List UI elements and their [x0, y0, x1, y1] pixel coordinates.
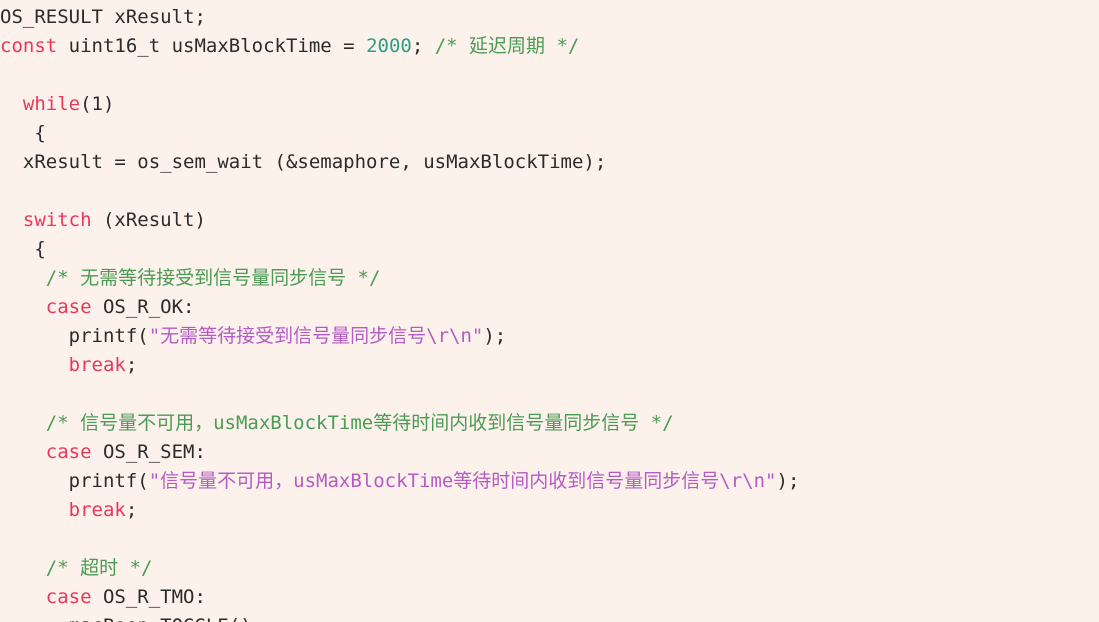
code-block[interactable]: OS_RESULT xResult; const uint16_t usMaxBl… [0, 3, 800, 622]
code-token-keyword: while [22, 93, 81, 115]
code-token-number: 2000 [366, 35, 412, 57]
code-line[interactable]: printf("信号量不可用，usMaxBlockTime等待时间内收到信号量同… [0, 467, 800, 496]
code-line[interactable]: const uint16_t usMaxBlockTime = 2000; /*… [0, 32, 799, 61]
code-line[interactable]: printf("无需等待接受到信号量同步信号\r\n"); [0, 322, 799, 351]
code-line[interactable]: case OS_R_SEM: [0, 438, 799, 467]
code-token-plain: OS_R_TMO: [91, 586, 206, 608]
code-line[interactable]: while(1) [0, 90, 799, 119]
code-token-plain: xResult = os_sem_wait (&semaphore, usMax… [0, 151, 607, 173]
code-token-blank [0, 180, 11, 202]
code-line[interactable]: case OS_R_TMO: [0, 583, 799, 612]
code-token-plain: { [0, 122, 46, 144]
code-line[interactable]: xResult = os_sem_wait (&semaphore, usMax… [0, 148, 799, 177]
code-line[interactable]: switch (xResult) [0, 206, 799, 235]
code-line[interactable] [0, 380, 799, 409]
code-token-plain: (1) [80, 93, 115, 115]
code-token-plain: { [0, 238, 46, 260]
code-line[interactable] [0, 525, 799, 554]
code-token-plain: ); [483, 325, 507, 347]
code-token-plain: OS_RESULT xResult; [0, 6, 206, 28]
code-token-string: "无需等待接受到信号量同步信号\r\n" [148, 325, 484, 347]
code-token-keyword: const [0, 35, 58, 57]
code-token-keyword: case [45, 586, 92, 608]
code-token-plain: ; [125, 499, 138, 521]
code-line[interactable]: case OS_R_OK: [0, 293, 799, 322]
code-token-plain: OS_R_OK: [91, 296, 195, 318]
code-token-plain: OS_R_SEM: [91, 441, 206, 463]
code-token-plain: printf( [0, 325, 149, 347]
code-line[interactable]: { [0, 119, 799, 148]
code-token-plain: macBeep_TOGGLE(); [0, 615, 263, 622]
code-line[interactable]: /* 无需等待接受到信号量同步信号 */ [0, 264, 799, 293]
code-line[interactable]: macBeep_TOGGLE(); [0, 612, 799, 622]
code-line[interactable]: /* 信号量不可用，usMaxBlockTime等待时间内收到信号量同步信号 *… [0, 409, 799, 438]
code-token-keyword: switch [22, 209, 92, 231]
code-token-comment: /* 无需等待接受到信号量同步信号 */ [45, 267, 381, 289]
code-token-comment: /* 超时 */ [45, 557, 153, 579]
code-line[interactable]: { [0, 235, 799, 264]
code-token-plain: printf( [0, 470, 149, 492]
code-token-blank [0, 528, 11, 550]
code-token-plain: uint16_t usMaxBlockTime = [57, 35, 367, 57]
code-token-plain: ; [125, 354, 138, 376]
code-token-keyword: case [45, 296, 92, 318]
code-line[interactable]: OS_RESULT xResult; [0, 3, 799, 32]
code-token-plain: (xResult) [91, 209, 206, 231]
code-token-plain: ; [411, 35, 435, 57]
code-line[interactable] [0, 177, 799, 206]
code-token-plain: ); [776, 470, 800, 492]
code-screenshot: OS_RESULT xResult; const uint16_t usMaxBl… [0, 0, 1099, 622]
code-line[interactable] [0, 61, 799, 90]
code-token-keyword: case [45, 441, 92, 463]
code-line[interactable]: /* 超时 */ [0, 554, 799, 583]
code-token-blank [0, 383, 11, 405]
code-token-comment: /* 信号量不可用，usMaxBlockTime等待时间内收到信号量同步信号 *… [45, 412, 674, 434]
code-line[interactable]: break; [0, 351, 799, 380]
code-token-blank [0, 64, 11, 86]
code-token-string: "信号量不可用，usMaxBlockTime等待时间内收到信号量同步信号\r\n… [148, 470, 777, 492]
code-token-comment: /* 延迟周期 */ [434, 35, 580, 57]
code-token-keyword: break [68, 354, 126, 376]
code-token-keyword: break [68, 499, 126, 521]
code-line[interactable]: break; [0, 496, 799, 525]
